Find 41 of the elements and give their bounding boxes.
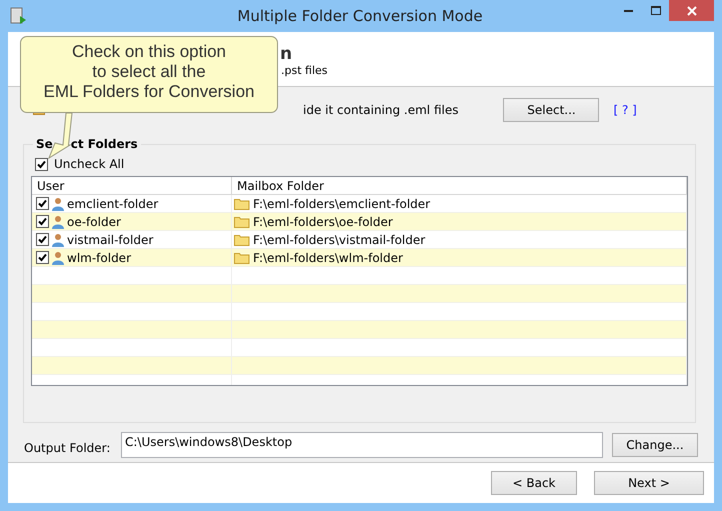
folder-path-cell: F:\eml-folders\vistmail-folder bbox=[253, 232, 426, 246]
output-folder-field[interactable]: C:\Users\windows8\Desktop bbox=[121, 432, 603, 458]
window-title: Multiple Folder Conversion Mode bbox=[236, 7, 484, 25]
select-button[interactable]: Select... bbox=[503, 98, 600, 122]
user-icon bbox=[52, 196, 64, 210]
callout-text: Check on this option bbox=[72, 42, 226, 62]
back-button[interactable]: < Back bbox=[491, 471, 577, 495]
checkbox[interactable] bbox=[36, 197, 49, 210]
checkbox[interactable] bbox=[36, 233, 49, 246]
group-title: Se bbox=[36, 137, 53, 151]
user-icon bbox=[52, 214, 64, 228]
minimize-icon bbox=[624, 9, 633, 12]
folder-path-cell: F:\eml-folders\wlm-folder bbox=[253, 250, 403, 264]
user-icon bbox=[52, 250, 64, 264]
checkbox-label: Uncheck All bbox=[54, 157, 124, 171]
source-label: ide it containing .eml files bbox=[303, 103, 458, 117]
folder-path-cell: F:\eml-folders\oe-folder bbox=[253, 214, 393, 228]
checkbox[interactable] bbox=[36, 251, 49, 264]
header-title: n bbox=[280, 44, 292, 64]
user-cell: emclient-folder bbox=[67, 196, 158, 210]
user-cell: vistmail-folder bbox=[67, 232, 154, 246]
output-folder-label: Output Folder: bbox=[24, 441, 112, 455]
callout-text: EML Folders for Conversion bbox=[43, 82, 254, 102]
close-button[interactable] bbox=[669, 0, 714, 21]
column-header[interactable]: Mailbox Folder bbox=[232, 177, 687, 194]
app-icon bbox=[9, 7, 27, 25]
callout-text: to select all the bbox=[92, 62, 206, 82]
close-icon bbox=[686, 6, 696, 16]
maximize-icon bbox=[650, 6, 660, 15]
user-icon bbox=[52, 232, 64, 246]
folder-path-cell: F:\eml-folders\emclient-folder bbox=[253, 196, 430, 210]
help-link[interactable]: [ ? ] bbox=[613, 103, 637, 117]
column-header[interactable]: User bbox=[32, 177, 232, 194]
user-cell: oe-folder bbox=[67, 214, 121, 228]
checkbox[interactable] bbox=[36, 215, 49, 228]
header-subtitle: .pst files bbox=[281, 64, 328, 78]
next-button[interactable]: Next > bbox=[594, 471, 704, 495]
user-cell: wlm-folder bbox=[67, 250, 132, 264]
group-title: ct Folders bbox=[70, 137, 138, 151]
checkbox[interactable] bbox=[35, 158, 48, 170]
change-button[interactable]: Change... bbox=[612, 433, 698, 457]
